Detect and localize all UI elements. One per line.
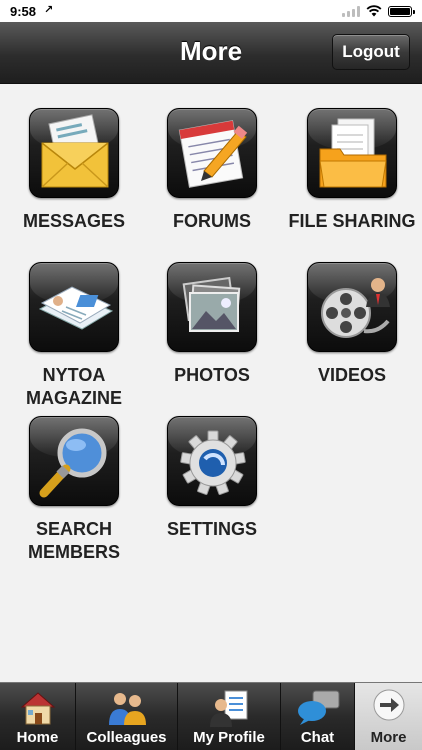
logout-button[interactable]: Logout	[332, 34, 410, 70]
tab-more[interactable]: More	[355, 683, 422, 750]
tile-forums[interactable]: FORUMS	[142, 108, 282, 233]
tile-label: FORUMS	[173, 211, 251, 231]
tab-label: My Profile	[193, 729, 265, 746]
tile-messages[interactable]: MESSAGES	[4, 108, 144, 233]
people-icon	[108, 693, 146, 725]
magnifier-icon	[29, 416, 119, 506]
tile-label: SETTINGS	[166, 519, 257, 539]
film-reel-icon	[307, 262, 397, 352]
tile-label: MESSAGES	[22, 211, 126, 231]
tab-chat[interactable]: Chat	[281, 683, 355, 750]
tile-nytoa-magazine[interactable]: NYTOA MAGAZINE	[4, 262, 144, 410]
location-arrow-icon: ↗	[44, 4, 54, 16]
house-icon	[20, 692, 55, 725]
cellular-signal-icon	[342, 5, 360, 17]
tab-label: Chat	[300, 729, 335, 746]
status-bar: 9:58 ↗	[0, 0, 422, 22]
envelope-icon	[29, 108, 119, 198]
magazine-icon	[29, 262, 119, 352]
arrow-right-icon	[373, 689, 404, 721]
tab-colleagues[interactable]: Colleagues	[76, 683, 178, 750]
tile-label: NYTOA MAGAZINE	[26, 365, 122, 408]
photos-icon	[167, 262, 257, 352]
tile-search-members[interactable]: SEARCH MEMBERS	[4, 416, 144, 564]
tile-settings[interactable]: SETTINGS	[142, 416, 282, 541]
tile-file-sharing[interactable]: FILE SHARING	[282, 108, 422, 233]
tab-label: More	[370, 729, 407, 746]
tab-my-profile[interactable]: My Profile	[178, 683, 281, 750]
feature-grid: MESSAGES FORUMS FILE SHARING NYTOA MAGAZ…	[0, 84, 422, 682]
tile-label: FILE SHARING	[288, 211, 416, 231]
pencil-notepad-icon	[167, 108, 257, 198]
profile-icon	[210, 690, 248, 727]
wifi-icon	[366, 5, 382, 17]
status-time: 9:58	[10, 4, 37, 19]
battery-icon	[388, 5, 415, 17]
folder-icon	[307, 108, 397, 198]
tab-label: Home	[16, 729, 59, 746]
gear-icon	[167, 416, 257, 506]
tile-videos[interactable]: VIDEOS	[282, 262, 422, 387]
tile-label: SEARCH MEMBERS	[27, 519, 120, 562]
tab-label: Colleagues	[86, 729, 167, 746]
tab-bar: Home Colleagues My Profile Chat More	[0, 682, 422, 750]
tile-photos[interactable]: PHOTOS	[142, 262, 282, 387]
tile-label: PHOTOS	[174, 365, 250, 385]
tab-home[interactable]: Home	[0, 683, 76, 750]
header-bar: More Logout	[0, 22, 422, 84]
status-icons	[342, 5, 415, 17]
tile-label: VIDEOS	[317, 365, 387, 385]
chat-bubbles-icon	[297, 690, 339, 725]
